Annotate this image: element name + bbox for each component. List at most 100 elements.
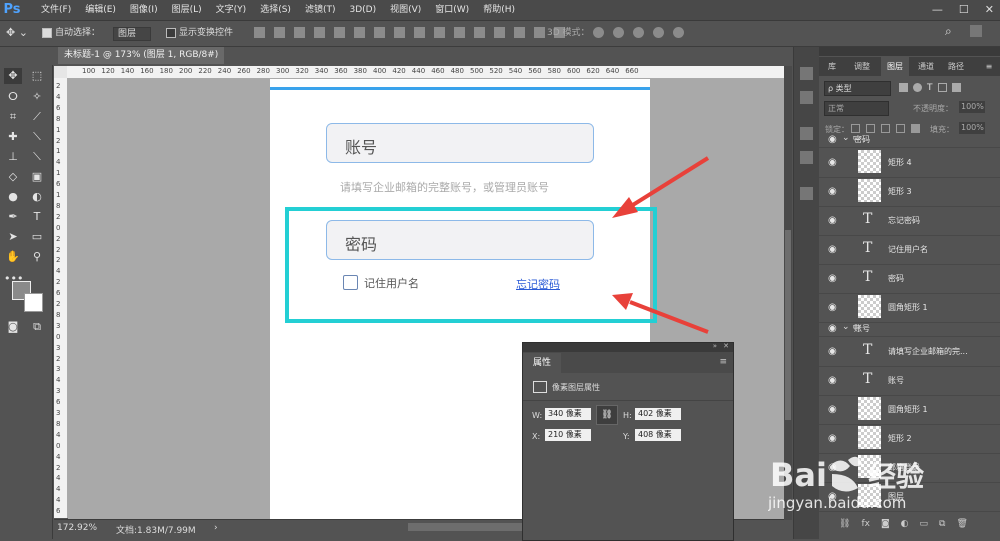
panel-menu-icon[interactable]: ≡	[981, 57, 997, 76]
visibility-eye-icon[interactable]: ◉	[828, 433, 837, 444]
menu-item[interactable]: 滤镜(T)	[298, 0, 343, 20]
3d-mode-icon[interactable]	[653, 27, 664, 38]
document-tab[interactable]: 未标题-1 @ 173% (图层 1, RGB/8#) * ×	[58, 47, 224, 77]
show-transform-checkbox[interactable]: 显示变换控件	[166, 27, 233, 39]
panel-header[interactable]: » ✕	[523, 342, 733, 352]
layer-row[interactable]: ◉ T 账号	[819, 366, 1000, 396]
visibility-eye-icon[interactable]: ◉	[828, 273, 837, 284]
paragraph-icon[interactable]	[800, 151, 813, 164]
properties-icon[interactable]	[800, 187, 813, 200]
tab-adjustments[interactable]: 调整	[845, 57, 879, 76]
visibility-eye-icon[interactable]: ◉	[828, 157, 837, 168]
tab-layers[interactable]: 图层	[881, 57, 909, 76]
menu-item[interactable]: 视图(V)	[383, 0, 428, 20]
crop-tool-icon[interactable]: ⌗	[4, 109, 22, 125]
path-selection-tool-icon[interactable]: ➤	[4, 229, 22, 245]
swatches-icon[interactable]	[800, 91, 813, 104]
panel-menu-icon[interactable]: ≡	[719, 357, 727, 367]
eyedropper-tool-icon[interactable]: ⟋	[28, 109, 46, 125]
menu-item[interactable]: 文字(Y)	[209, 0, 254, 20]
visibility-eye-icon[interactable]: ◉	[828, 134, 837, 145]
width-field[interactable]: 340 像素	[545, 408, 591, 420]
layer-row[interactable]: ◉ T 请填写企业邮箱的完...	[819, 337, 1000, 367]
hand-tool-icon[interactable]: ✋	[4, 249, 22, 265]
screen-mode-icon[interactable]: ⧉	[28, 319, 46, 335]
eraser-tool-icon[interactable]: ◇	[4, 169, 22, 185]
dodge-tool-icon[interactable]: ◐	[28, 189, 46, 205]
account-input[interactable]: 账号	[326, 123, 594, 163]
move-tool-icon[interactable]: ✥ ⌄	[6, 27, 28, 39]
collapse-icon[interactable]: »	[713, 342, 717, 350]
photoshop-logo[interactable]: Ps	[2, 1, 22, 19]
layer-row[interactable]: ◉ 圆角矩形 1	[819, 293, 1000, 323]
layer-filter-select[interactable]: ρ 类型	[824, 81, 891, 96]
align-icon[interactable]	[534, 27, 545, 38]
adjustment-filter-icon[interactable]	[913, 83, 922, 92]
align-icon[interactable]	[394, 27, 405, 38]
visibility-eye-icon[interactable]: ◉	[828, 215, 837, 226]
3d-mode-icon[interactable]	[673, 27, 684, 38]
pixel-filter-icon[interactable]	[899, 83, 908, 92]
align-icon[interactable]	[354, 27, 365, 38]
align-icon[interactable]	[374, 27, 385, 38]
history-brush-tool-icon[interactable]: ⟍	[28, 149, 46, 165]
align-icon[interactable]	[274, 27, 285, 38]
menu-item[interactable]: 图层(L)	[165, 0, 209, 20]
close-panel-icon[interactable]: ✕	[723, 342, 729, 350]
maximize-button[interactable]: ☐	[959, 0, 969, 20]
align-icon[interactable]	[494, 27, 505, 38]
visibility-eye-icon[interactable]: ◉	[828, 244, 837, 255]
x-field[interactable]: 210 像素	[545, 429, 591, 441]
opacity-field[interactable]: 100%	[959, 101, 985, 113]
visibility-eye-icon[interactable]: ◉	[828, 346, 837, 357]
3d-mode-icon[interactable]	[633, 27, 644, 38]
menu-item[interactable]: 选择(S)	[253, 0, 298, 20]
align-icon[interactable]	[514, 27, 525, 38]
layer-row[interactable]: ◉ T 忘记密码	[819, 206, 1000, 236]
marquee-tool-icon[interactable]: ⬚	[28, 68, 46, 84]
healing-brush-tool-icon[interactable]: ✚	[4, 129, 22, 145]
lock-all-icon[interactable]	[911, 124, 920, 133]
background-color-swatch[interactable]	[24, 293, 43, 312]
y-field[interactable]: 408 像素	[635, 429, 681, 441]
menu-item[interactable]: 帮助(H)	[476, 0, 522, 20]
layer-row[interactable]: ◉ 圆角矩形 1	[819, 395, 1000, 425]
layer-row[interactable]: ◉ ⌄ ▭ 账号	[819, 322, 1000, 337]
3d-mode-icon[interactable]	[613, 27, 624, 38]
lock-position-icon[interactable]	[881, 124, 890, 133]
tab-library[interactable]: 库	[819, 57, 845, 76]
menu-item[interactable]: 编辑(E)	[78, 0, 123, 20]
layer-row[interactable]: ◉ 矩形 4	[819, 148, 1000, 178]
menu-item[interactable]: 3D(D)	[342, 0, 383, 20]
move-tool-icon[interactable]: ✥	[4, 68, 22, 84]
search-icon[interactable]: ⌕	[945, 25, 952, 37]
pen-tool-icon[interactable]: ✒	[4, 209, 22, 225]
link-icon[interactable]: ⛓	[596, 405, 618, 425]
visibility-eye-icon[interactable]: ◉	[828, 323, 837, 334]
3d-mode-icon[interactable]	[593, 27, 604, 38]
type-filter-icon[interactable]: T	[927, 83, 933, 93]
properties-tab[interactable]: 属性	[523, 353, 561, 373]
zoom-tool-icon[interactable]: ⚲	[28, 249, 46, 265]
menu-item[interactable]: 文件(F)	[34, 0, 78, 20]
gradient-tool-icon[interactable]: ▣	[28, 169, 46, 185]
brush-tool-icon[interactable]: ⟍	[28, 129, 46, 145]
align-icon[interactable]	[414, 27, 425, 38]
menu-item[interactable]: 窗口(W)	[428, 0, 476, 20]
rectangle-tool-icon[interactable]: ▭	[28, 229, 46, 245]
tab-paths[interactable]: 路径	[941, 57, 971, 76]
align-icon[interactable]	[454, 27, 465, 38]
layer-row[interactable]: ◉ ⌄ ▭ 密码	[819, 133, 1000, 148]
align-icon[interactable]	[294, 27, 305, 38]
align-icon[interactable]	[434, 27, 445, 38]
status-menu-arrow[interactable]: ›	[214, 523, 218, 533]
minimize-button[interactable]: —	[932, 0, 943, 20]
layer-row[interactable]: ◉ 矩形 3	[819, 177, 1000, 207]
lock-artboard-icon[interactable]	[896, 124, 905, 133]
type-tool-icon[interactable]: T	[28, 209, 46, 225]
history-icon[interactable]	[800, 67, 813, 80]
horizontal-scrollbar-thumb[interactable]	[408, 523, 528, 531]
align-icon[interactable]	[334, 27, 345, 38]
character-icon[interactable]	[800, 127, 813, 140]
zoom-level[interactable]: 172.92%	[57, 523, 97, 533]
